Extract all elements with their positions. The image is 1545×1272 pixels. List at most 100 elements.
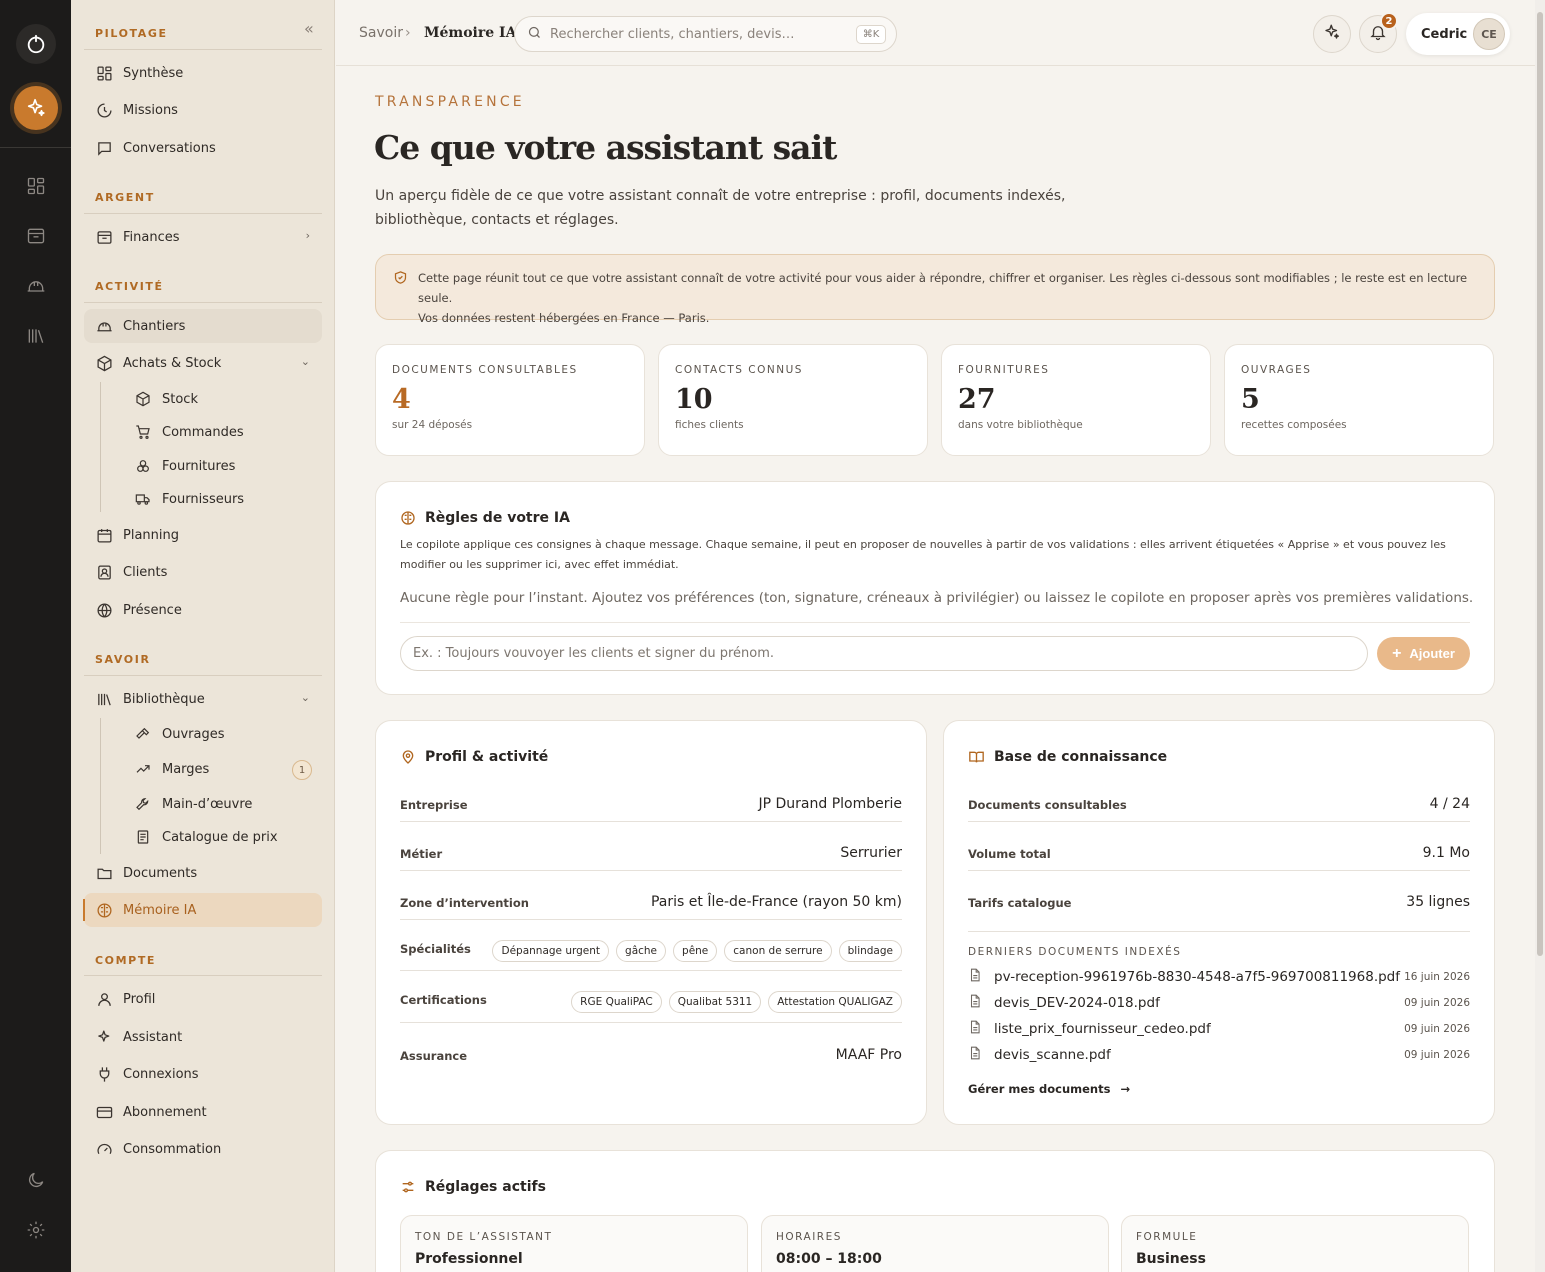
manage-documents-link[interactable]: Gérer mes documents →: [968, 1082, 1130, 1096]
shortcut-hint: ⌘K: [856, 25, 886, 44]
icon-rail: [0, 0, 71, 1272]
assistant-button[interactable]: [1313, 15, 1351, 53]
sidebar-item-bibliotheque[interactable]: Bibliothèque ⌄: [84, 682, 322, 716]
map-pin-icon: [400, 749, 416, 765]
stat-value: 10: [675, 384, 713, 415]
document-item[interactable]: devis_scanne.pdf 09 juin 2026: [968, 1045, 1470, 1065]
sidebar-item-clients[interactable]: Clients: [84, 555, 322, 589]
stat-label: OUVRAGES: [1241, 364, 1312, 376]
notification-count-badge: 2: [1380, 12, 1398, 30]
sidebar-item-finances[interactable]: Finances ›: [84, 220, 322, 254]
gauge-icon: [95, 1140, 113, 1158]
rail-finances-button[interactable]: [0, 226, 71, 246]
contact-icon: [95, 563, 113, 581]
search-input[interactable]: [550, 26, 840, 42]
breadcrumb-separator-icon: ›: [405, 25, 411, 41]
app-logo[interactable]: [0, 24, 71, 64]
sidebar-item-consommation[interactable]: Consommation: [84, 1132, 322, 1166]
sidebar-item-planning[interactable]: Planning: [84, 518, 322, 552]
wrench-icon: [134, 795, 152, 813]
stat-card-fournitures: FOURNITURES 27 dans votre bibliothèque: [941, 344, 1211, 456]
sidebar-item-connexions[interactable]: Connexions: [84, 1057, 322, 1091]
setting-plan[interactable]: FORMULE Business: [1121, 1215, 1469, 1272]
row-value: 35 lignes: [1406, 894, 1470, 910]
stat-value: 4: [392, 384, 411, 415]
stat-card-documents: DOCUMENTS CONSULTABLES 4 sur 24 déposés: [375, 344, 645, 456]
sidebar-item-stock[interactable]: Stock: [84, 382, 322, 416]
sparkles-icon: [13, 86, 58, 130]
sidebar-item-commandes[interactable]: Commandes: [84, 415, 322, 449]
rail-chantiers-button[interactable]: [0, 276, 71, 296]
scrollbar-thumb[interactable]: [1537, 12, 1543, 956]
user-menu[interactable]: Cedric CE: [1406, 13, 1510, 55]
section-divider: [84, 302, 322, 303]
settings-button[interactable]: [0, 1220, 71, 1240]
sidebar-item-missions[interactable]: Missions: [84, 93, 322, 127]
stat-caption: sur 24 déposés: [392, 419, 473, 431]
profile-title: Profil & activité: [400, 749, 548, 765]
globe-icon: [95, 601, 113, 619]
sidebar-item-presence[interactable]: Présence: [84, 593, 322, 627]
sidebar-item-label: Marges: [162, 761, 210, 777]
stat-card-ouvrages: OUVRAGES 5 recettes composées: [1224, 344, 1494, 456]
settings-title-text: Réglages actifs: [425, 1179, 546, 1195]
document-item[interactable]: devis_DEV-2024-018.pdf 09 juin 2026: [968, 993, 1470, 1013]
breadcrumb-parent[interactable]: Savoir: [359, 25, 403, 41]
file-icon: [968, 993, 982, 1013]
chevron-down-icon: ⌄: [300, 691, 310, 704]
tag: pêne: [673, 940, 718, 962]
rail-dashboard-button[interactable]: [0, 176, 71, 196]
document-name: devis_scanne.pdf: [994, 1047, 1111, 1063]
sidebar-item-achats-stock[interactable]: Achats & Stock ⌄: [84, 346, 322, 380]
sidebar-item-label: Stock: [162, 391, 198, 407]
sidebar-item-label: Fournitures: [162, 458, 236, 474]
row-key: Volume total: [968, 847, 1051, 861]
rail-assistant-button[interactable]: [0, 86, 71, 130]
sidebar-item-marges[interactable]: Marges 1: [84, 752, 322, 786]
sidebar-item-assistant[interactable]: Assistant: [84, 1020, 322, 1054]
sidebar-item-ouvrages[interactable]: Ouvrages: [84, 717, 322, 751]
row-value: MAAF Pro: [835, 1047, 902, 1063]
sidebar-item-abonnement[interactable]: Abonnement: [84, 1095, 322, 1129]
document-name: devis_DEV-2024-018.pdf: [994, 995, 1160, 1011]
row-key: Documents consultables: [968, 798, 1127, 812]
tag: Attestation QUALIGAZ: [768, 991, 902, 1013]
sparkles-icon: [95, 1028, 113, 1046]
rail-library-button[interactable]: [0, 326, 71, 346]
collapse-sidebar-icon[interactable]: «: [304, 19, 314, 38]
sidebar-item-main-oeuvre[interactable]: Main-d’œuvre: [84, 787, 322, 821]
sidebar-item-label: Missions: [123, 102, 178, 118]
sidebar-item-label: Planning: [123, 527, 179, 543]
add-rule-button[interactable]: + Ajouter: [1377, 637, 1470, 670]
document-item[interactable]: liste_prix_fournisseur_cedeo.pdf 09 juin…: [968, 1019, 1470, 1039]
rules-title: Règles de votre IA: [400, 510, 570, 526]
rules-card: Règles de votre IA Le copilote applique …: [375, 481, 1495, 695]
file-icon: [968, 1045, 982, 1065]
sidebar-item-fournisseurs[interactable]: Fournisseurs: [84, 482, 322, 516]
knowledge-title: Base de connaissance: [968, 749, 1167, 765]
rules-empty-state: Aucune règle pour l’instant. Ajoutez vos…: [400, 590, 1474, 606]
sidebar-item-synthese[interactable]: Synthèse: [84, 56, 322, 90]
sidebar-item-memoire-ia[interactable]: Mémoire IA: [84, 893, 322, 927]
file-icon: [968, 967, 982, 987]
rules-title-text: Règles de votre IA: [425, 510, 570, 526]
sidebar-item-label: Commandes: [162, 424, 244, 440]
sidebar-item-conversations[interactable]: Conversations: [84, 131, 322, 165]
credit-card-icon: [95, 1103, 113, 1121]
receipt-icon: [134, 828, 152, 846]
sidebar-item-documents[interactable]: Documents: [84, 856, 322, 890]
global-search[interactable]: ⌘K: [514, 16, 897, 52]
setting-hours[interactable]: HORAIRES 08:00 – 18:00: [761, 1215, 1109, 1272]
setting-value: Professionnel: [415, 1251, 523, 1267]
sidebar-item-catalogue[interactable]: Catalogue de prix: [84, 820, 322, 854]
setting-tone[interactable]: TON DE L’ASSISTANT Professionnel: [400, 1215, 748, 1272]
new-rule-input[interactable]: [400, 636, 1368, 671]
sliders-icon: [400, 1179, 416, 1195]
sidebar-item-fournitures[interactable]: Fournitures: [84, 449, 322, 483]
chevron-down-icon: ⌄: [300, 355, 310, 368]
theme-toggle[interactable]: [0, 1170, 71, 1190]
document-item[interactable]: pv-reception-9961976b-8830-4548-a7f5-969…: [968, 967, 1470, 987]
row-key: Zone d’intervention: [400, 896, 529, 910]
sidebar-item-profil[interactable]: Profil: [84, 982, 322, 1016]
sidebar-item-chantiers[interactable]: Chantiers: [84, 309, 322, 343]
